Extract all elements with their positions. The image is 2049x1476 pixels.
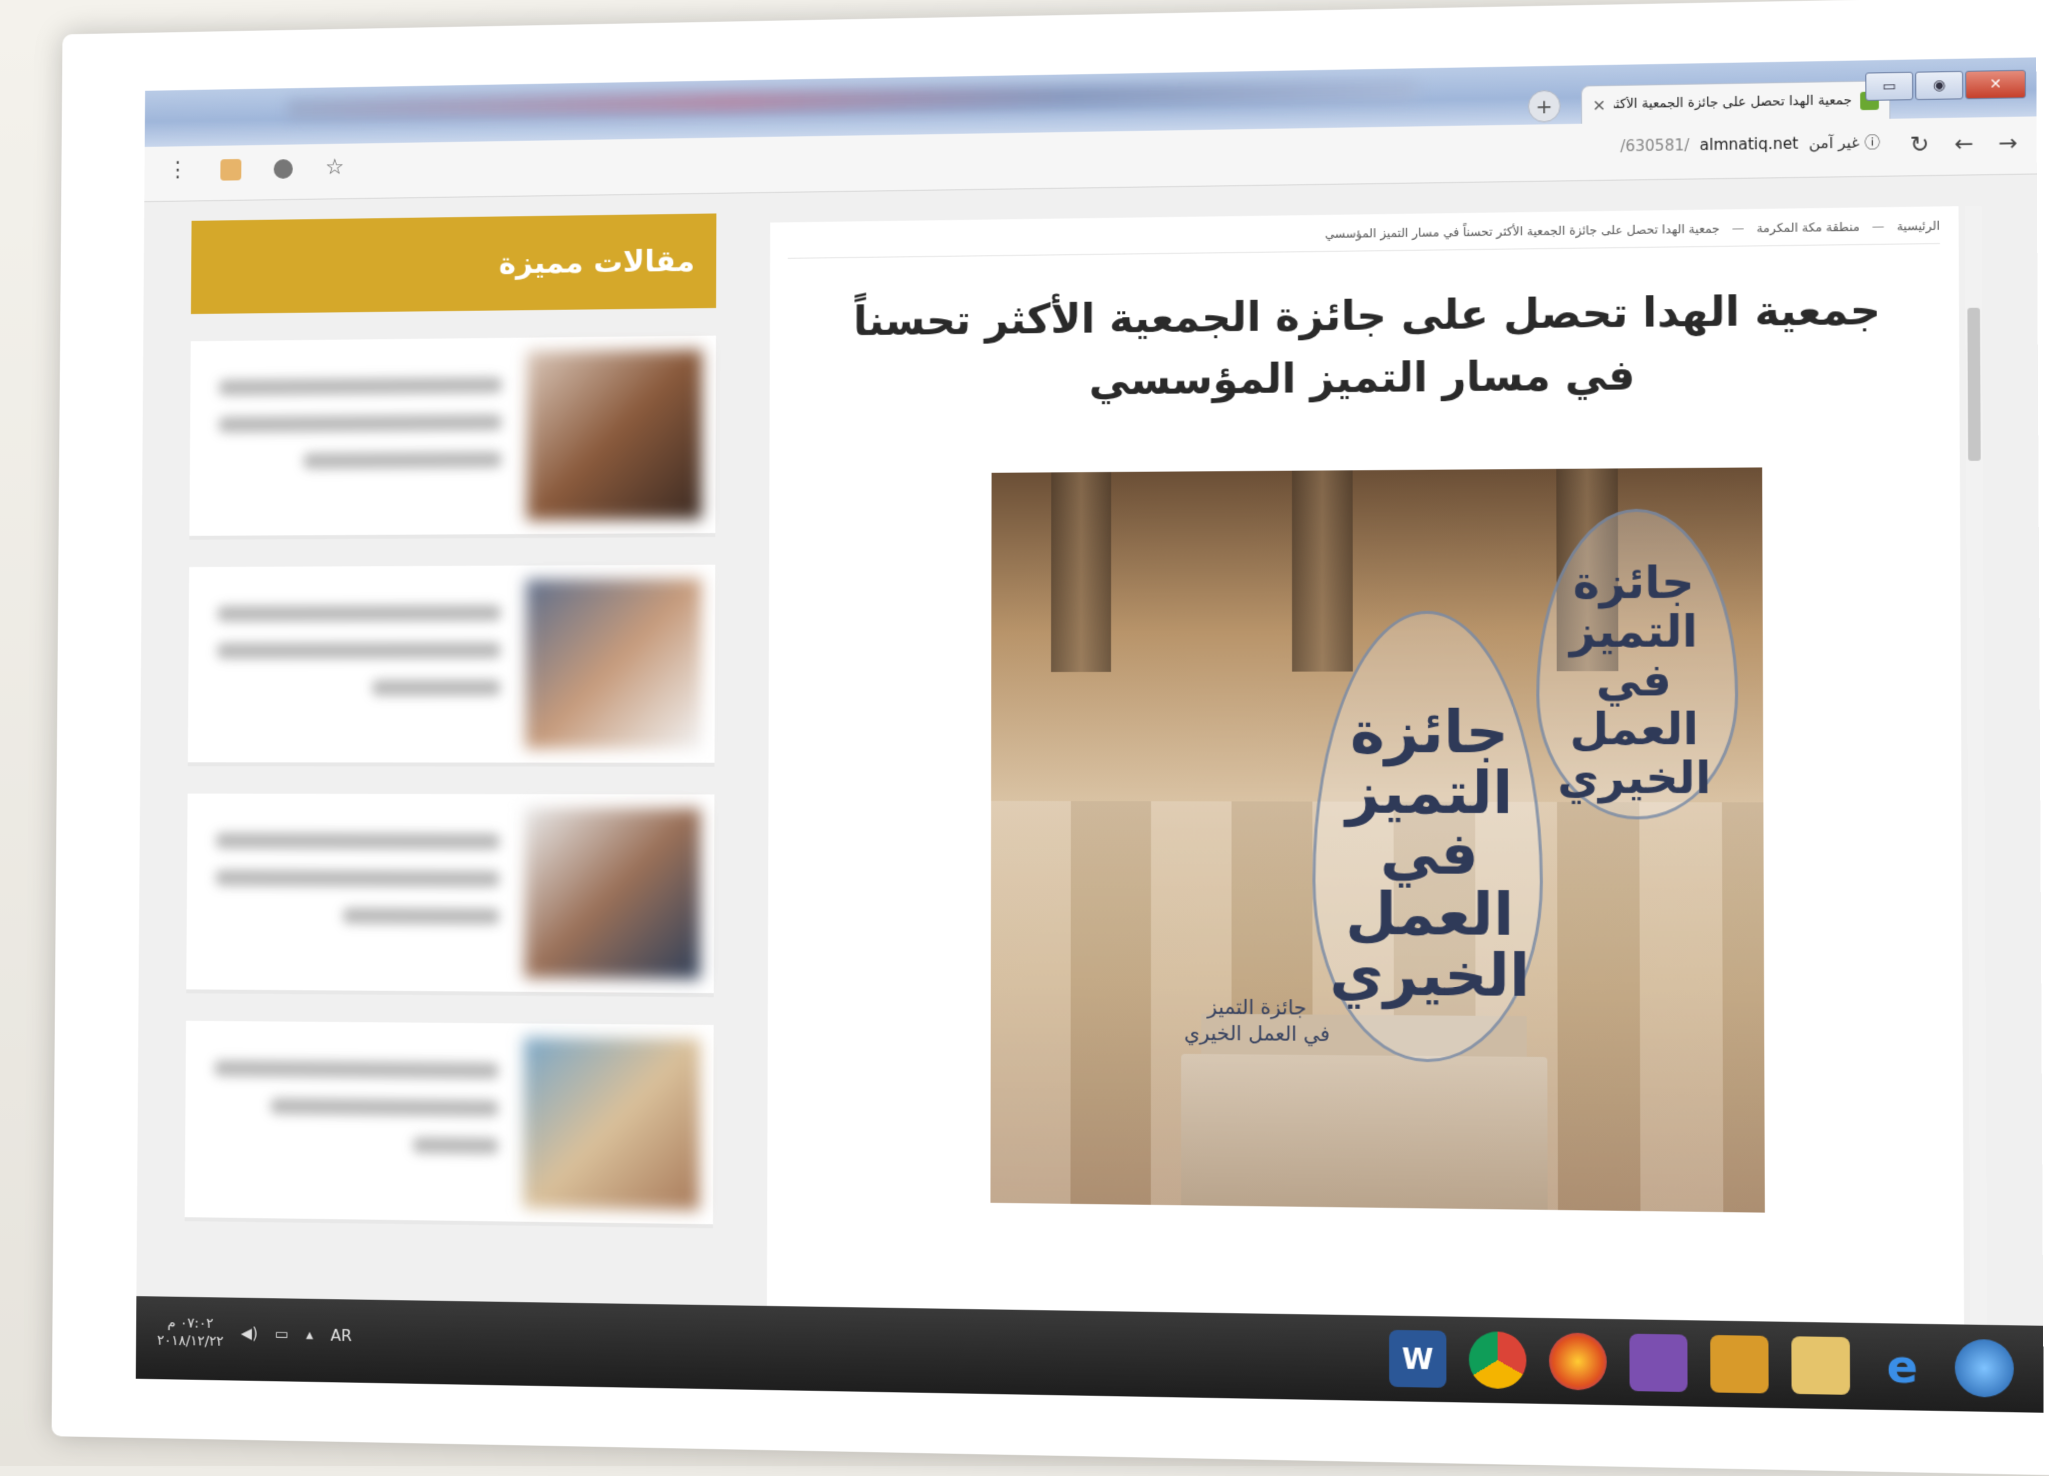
featured-article-card[interactable] bbox=[189, 335, 716, 540]
award-name-text-secondary: جائزة التميز في العمل الخيري bbox=[1557, 557, 1712, 805]
article-title-blurred[interactable] bbox=[214, 1060, 499, 1175]
titlebar-blur bbox=[287, 80, 1419, 120]
menu-icon[interactable]: ⋮ bbox=[167, 158, 188, 183]
award-caption: جائزة التميز في العمل الخيري bbox=[1184, 994, 1330, 1047]
tab-close-icon[interactable]: × bbox=[1592, 95, 1606, 114]
internet-explorer-icon[interactable]: e bbox=[1873, 1338, 1932, 1397]
forward-button[interactable]: ← bbox=[1954, 132, 1973, 158]
system-tray: ٠٧:٠٢ م ٢٠١٨/١٢/٢٢ ◀) ▭ ▴ AR bbox=[157, 1314, 352, 1353]
network-icon[interactable]: ▭ bbox=[275, 1325, 289, 1343]
url-host: almnatiq.net bbox=[1699, 133, 1799, 154]
breadcrumb-section[interactable]: منطقة مكة المكرمة bbox=[1757, 220, 1860, 236]
article-headline: جمعية الهدا تحصل على جائزة الجمعية الأكث… bbox=[853, 285, 1881, 405]
close-window-button[interactable]: ✕ bbox=[1965, 69, 2026, 100]
url-field[interactable]: ⓘ غير آمن almnatiq.net /630581/ bbox=[1620, 131, 1880, 156]
back-button[interactable]: → bbox=[1998, 131, 2017, 157]
chrome-icon[interactable] bbox=[1468, 1331, 1527, 1390]
article-thumbnail[interactable] bbox=[523, 1037, 700, 1211]
window-controls: ▭ ◉ ✕ bbox=[1865, 69, 2026, 101]
bookmark-star-icon[interactable]: ☆ bbox=[325, 155, 344, 180]
image-pillar bbox=[1291, 470, 1353, 672]
taskbar-apps: e W bbox=[1389, 1329, 2014, 1398]
tray-expand-icon[interactable]: ▴ bbox=[306, 1325, 313, 1343]
article-image[interactable]: جائزة التميز في العمل الخيري جائزة التمي… bbox=[990, 467, 1765, 1213]
extension-icon[interactable] bbox=[220, 158, 242, 181]
featured-article-card[interactable] bbox=[184, 1020, 714, 1229]
screen: + جمعية الهدا تحصل على جائزة الجمعية الأ… bbox=[135, 57, 2044, 1413]
article-thumbnail[interactable] bbox=[525, 578, 702, 749]
site-info-icon[interactable]: ⓘ غير آمن bbox=[1809, 131, 1880, 153]
restore-button[interactable]: ◉ bbox=[1915, 70, 1964, 101]
featured-article-card[interactable] bbox=[186, 793, 715, 998]
article-panel: الرئيسية — منطقة مكة المكرمة — جمعية اله… bbox=[766, 205, 1988, 1326]
trophy-base bbox=[1181, 1053, 1548, 1210]
article-title-blurred[interactable] bbox=[215, 832, 500, 946]
firefox-icon[interactable] bbox=[1548, 1332, 1607, 1391]
featured-article-card[interactable] bbox=[187, 564, 716, 767]
url-path: /630581/ bbox=[1620, 135, 1690, 155]
word-icon[interactable]: W bbox=[1389, 1329, 1447, 1388]
featured-articles-sidebar: مقالات مميزة bbox=[184, 213, 717, 1229]
article-title-blurred[interactable] bbox=[217, 604, 501, 717]
reload-button[interactable]: ↻ bbox=[1910, 132, 1929, 158]
article-thumbnail[interactable] bbox=[524, 807, 701, 980]
visual-studio-icon[interactable] bbox=[1629, 1333, 1688, 1393]
page-scrollbar[interactable] bbox=[1964, 205, 1988, 1326]
nav-buttons: → ← ↻ bbox=[1910, 131, 2018, 158]
article-thumbnail[interactable] bbox=[526, 349, 703, 521]
article-title-blurred[interactable] bbox=[218, 377, 502, 491]
breadcrumb-separator: — bbox=[1731, 221, 1745, 236]
browser-tab[interactable]: جمعية الهدا تحصل على جائزة الجمعية الأكث… bbox=[1580, 80, 1891, 124]
media-player-icon[interactable] bbox=[1710, 1334, 1769, 1394]
breadcrumb-home[interactable]: الرئيسية bbox=[1897, 219, 1940, 234]
minimize-button[interactable]: ▭ bbox=[1865, 71, 1914, 101]
tab-title: جمعية الهدا تحصل على جائزة الجمعية الأكث… bbox=[1614, 93, 1852, 113]
image-pillar bbox=[1051, 471, 1112, 673]
clock[interactable]: ٠٧:٠٢ م ٢٠١٨/١٢/٢٢ bbox=[157, 1314, 224, 1351]
monitor: + جمعية الهدا تحصل على جائزة الجمعية الأ… bbox=[51, 0, 2049, 1476]
profile-icon[interactable] bbox=[273, 158, 293, 179]
breadcrumb: الرئيسية — منطقة مكة المكرمة — جمعية اله… bbox=[787, 218, 1940, 259]
volume-icon[interactable]: ◀) bbox=[241, 1324, 258, 1342]
new-tab-button[interactable]: + bbox=[1527, 89, 1561, 123]
award-name-text: جائزة التميز في العمل الخيري bbox=[1329, 697, 1530, 1011]
toolbar-actions: ⋮ ☆ bbox=[167, 155, 344, 182]
breadcrumb-current: جمعية الهدا تحصل على جائزة الجمعية الأكث… bbox=[1324, 221, 1720, 241]
breadcrumb-separator: — bbox=[1871, 219, 1885, 234]
start-button-icon[interactable] bbox=[1954, 1338, 2014, 1398]
web-page: مقالات مميزة الرئيسية — منطقة مكة المكرم… bbox=[136, 174, 2044, 1326]
file-explorer-icon[interactable] bbox=[1791, 1336, 1851, 1395]
language-indicator[interactable]: AR bbox=[330, 1325, 351, 1344]
scrollbar-thumb[interactable] bbox=[1967, 307, 1981, 461]
sidebar-title: مقالات مميزة bbox=[190, 213, 717, 315]
